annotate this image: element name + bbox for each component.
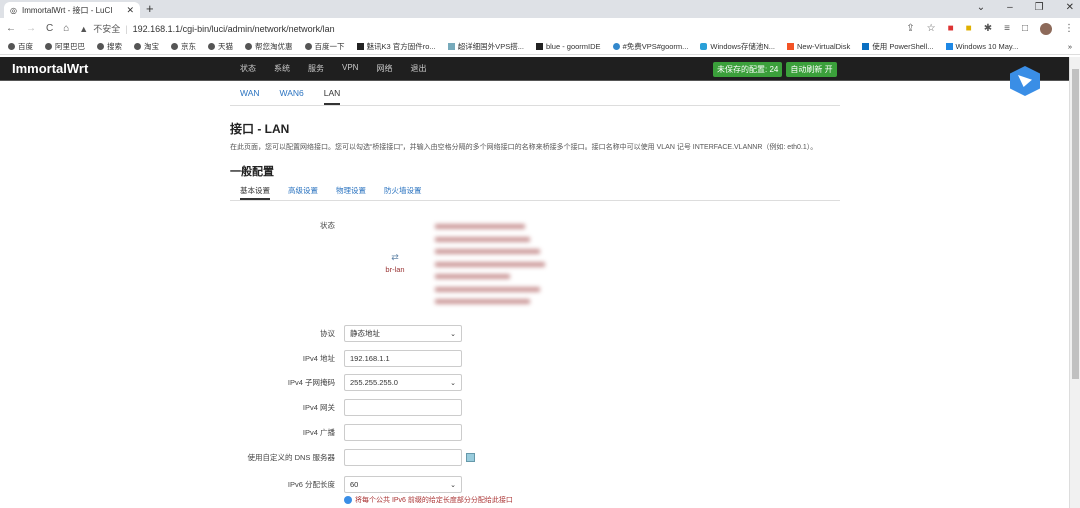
reading-list-icon[interactable]: ≡ xyxy=(1004,23,1010,34)
gateway-input[interactable] xyxy=(344,399,462,416)
gateway-label: IPv4 网关 xyxy=(302,403,335,412)
extension-icon[interactable]: ■ xyxy=(948,23,954,34)
scrollbar[interactable] xyxy=(1069,57,1080,508)
puzzle-icon[interactable]: ✱ xyxy=(984,23,992,34)
close-tab-icon[interactable]: ✕ xyxy=(126,5,134,16)
interface-name: br-lan xyxy=(385,265,405,274)
star-icon[interactable]: ☆ xyxy=(927,23,936,34)
tab-search-icon[interactable]: ⌄ xyxy=(977,2,985,13)
close-window-button[interactable]: ✕ xyxy=(1066,2,1074,13)
insecure-label: 不安全 xyxy=(93,24,121,34)
broadcast-label: IPv4 广播 xyxy=(302,428,335,437)
bookmark[interactable]: 京东 xyxy=(171,41,196,52)
more-bookmarks-icon[interactable]: » xyxy=(1068,42,1072,51)
status-label: 状态 xyxy=(320,221,335,230)
info-icon xyxy=(344,496,352,504)
bookmark[interactable]: New-VirtualDisk xyxy=(787,42,850,51)
add-dns-icon[interactable] xyxy=(466,453,475,462)
back-icon[interactable]: ← xyxy=(6,23,16,34)
auto-refresh-toggle[interactable]: 自动刷新 开 xyxy=(786,62,837,77)
ipv6-assign-hint: 将每个公共 IPv6 前缀的给定长度部分分配给此接口 xyxy=(344,495,513,505)
warning-icon: ▲ xyxy=(79,23,89,34)
bookmark[interactable]: 百度 xyxy=(8,41,33,52)
browser-tab[interactable]: ◎ ImmortalWrt - 接口 - LuCI ✕ xyxy=(4,2,140,18)
restore-button[interactable]: ❐ xyxy=(1035,2,1044,13)
bookmark[interactable]: 阿里巴巴 xyxy=(45,41,85,52)
forward-icon[interactable]: → xyxy=(26,23,36,34)
ipv6-assign-select[interactable]: 60 ⌄ xyxy=(344,476,462,493)
profile-avatar[interactable] xyxy=(1040,22,1052,35)
protocol-label: 协议 xyxy=(320,329,335,338)
ipv4-address-input[interactable]: 192.168.1.1 xyxy=(344,350,462,367)
ipv4-label: IPv4 地址 xyxy=(302,354,335,363)
ipv6-assign-label: IPv6 分配长度 xyxy=(287,480,335,489)
status-details-blurred xyxy=(435,224,545,312)
reload-icon[interactable]: C xyxy=(46,23,53,34)
unsaved-changes-badge[interactable]: 未保存的配置: 24 xyxy=(713,62,783,77)
menu-icon[interactable]: ⋮ xyxy=(1064,23,1074,34)
sidepanel-icon[interactable]: □ xyxy=(1022,23,1028,34)
bookmark[interactable]: 搜索 xyxy=(97,41,122,52)
netmask-select[interactable]: 255.255.255.0 ⌄ xyxy=(344,374,462,391)
protocol-select[interactable]: 静态地址 ⌄ xyxy=(344,325,462,342)
dns-label: 使用自定义的 DNS 服务器 xyxy=(247,453,335,462)
share-icon[interactable]: ⇪ xyxy=(906,23,914,34)
minimize-button[interactable]: – xyxy=(1007,2,1013,13)
chevron-down-icon: ⌄ xyxy=(450,330,456,338)
chevron-down-icon: ⌄ xyxy=(450,379,456,387)
bookmark[interactable]: Windows存储池N... xyxy=(700,41,775,52)
tab-title: ImmortalWrt - 接口 - LuCI xyxy=(21,5,113,15)
scrollbar-thumb[interactable] xyxy=(1072,69,1079,379)
network-icon: ⇄ xyxy=(391,252,399,262)
dns-input[interactable] xyxy=(344,449,462,466)
bookmark[interactable]: 淘宝 xyxy=(134,41,159,52)
chevron-down-icon: ⌄ xyxy=(450,481,456,489)
home-icon[interactable]: ⌂ xyxy=(63,23,69,34)
extension-icon[interactable]: ■ xyxy=(966,23,972,34)
broadcast-input[interactable] xyxy=(344,424,462,441)
bookmark[interactable]: Windows 10 May... xyxy=(945,42,1018,51)
favicon-icon: ◎ xyxy=(10,5,17,15)
netmask-label: IPv4 子网掩码 xyxy=(287,378,335,387)
new-tab-button[interactable]: + xyxy=(146,1,154,16)
bookmark[interactable]: 使用 PowerShell... xyxy=(862,41,934,52)
brand-logo[interactable]: ImmortalWrt xyxy=(12,61,240,76)
